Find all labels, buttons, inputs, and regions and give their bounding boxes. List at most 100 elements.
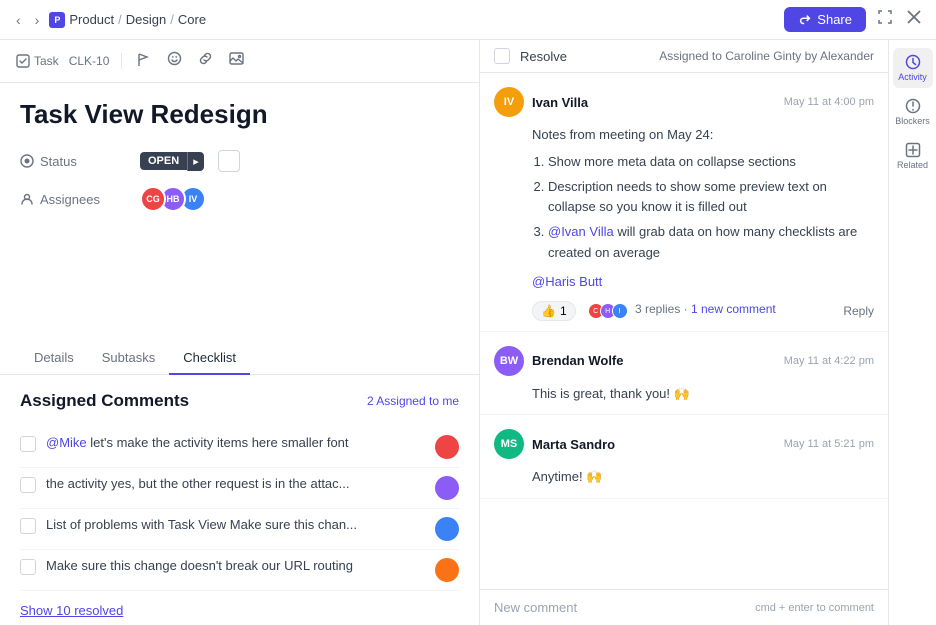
comments-area: Resolve Assigned to Caroline Ginty by Al… (480, 40, 888, 625)
checklist-item: @Mike let's make the activity items here… (20, 427, 459, 468)
share-icon (798, 13, 812, 27)
emoji-icon (167, 51, 182, 66)
status-arrow-btn[interactable]: ▸ (187, 152, 204, 171)
breadcrumb-core[interactable]: Core (178, 12, 206, 27)
breadcrumb: P Product / Design / Core (49, 12, 206, 28)
assignee-avatar-1: CG (140, 186, 166, 212)
top-bar-right: Share (784, 6, 924, 33)
forward-button[interactable]: › (31, 10, 44, 30)
comment-intro: Notes from meeting on May 24: (532, 125, 874, 146)
replies-link[interactable]: C H I 3 replies · 1 new comment (588, 302, 776, 319)
breadcrumb-design[interactable]: Design (126, 12, 166, 27)
comment-list-item-2: Description needs to show some preview t… (548, 177, 874, 219)
comment-block-3: MS Marta Sandro May 11 at 5:21 pm Anytim… (480, 415, 888, 499)
comment-header-3: MS Marta Sandro May 11 at 5:21 pm (494, 429, 874, 459)
task-type-indicator: Task (16, 54, 59, 68)
link-button[interactable] (195, 48, 216, 74)
expand-icon (877, 9, 893, 25)
assignees-value: CG HB IV (140, 186, 459, 212)
blockers-label: Blockers (895, 116, 930, 126)
comment-time-ivan: May 11 at 4:00 pm (784, 96, 874, 108)
tab-subtasks[interactable]: Subtasks (88, 342, 169, 375)
status-badge[interactable]: OPEN ▸ (140, 152, 204, 171)
back-button[interactable]: ‹ (12, 10, 25, 30)
comment-header-1: IV Ivan Villa May 11 at 4:00 pm (494, 87, 874, 117)
checklist-item-avatar-4 (435, 558, 459, 582)
checklist-item-avatar-2 (435, 476, 459, 500)
right-content: Resolve Assigned to Caroline Ginty by Al… (480, 40, 936, 625)
comment-avatar-marta: MS (494, 429, 524, 459)
status-label: Status (20, 154, 140, 169)
close-button[interactable] (904, 7, 924, 32)
checklist-area: Assigned Comments 2 Assigned to me @Mike… (0, 375, 479, 625)
comment-time-brendan: May 11 at 4:22 pm (784, 355, 874, 367)
comment-list-item-3: @Ivan Villa will grab data on how many c… (548, 222, 874, 264)
assigned-to-me-link[interactable]: 2 Assigned to me (367, 394, 459, 408)
comment-author-brendan: Brendan Wolfe (532, 353, 776, 368)
reply-button[interactable]: Reply (843, 304, 874, 318)
assignee-icon (20, 192, 34, 206)
resolve-label: Resolve (520, 49, 649, 64)
sidebar-related-button[interactable]: Related (893, 136, 933, 176)
checklist-checkbox-4[interactable] (20, 559, 36, 575)
checklist-item-text-1: @Mike let's make the activity items here… (46, 435, 425, 450)
image-button[interactable] (226, 48, 247, 74)
reaction-button[interactable]: 👍 1 (532, 301, 576, 321)
show-resolved-button[interactable]: Show 10 resolved (20, 603, 123, 618)
flag-icon (137, 53, 151, 67)
product-icon: P (49, 12, 65, 28)
top-bar-left: ‹ › P Product / Design / Core (12, 10, 206, 30)
checklist-section-title: Assigned Comments (20, 391, 189, 411)
comment-header-2: BW Brendan Wolfe May 11 at 4:22 pm (494, 346, 874, 376)
sidebar-blockers-button[interactable]: Blockers (893, 92, 933, 132)
activity-icon (905, 54, 921, 70)
tab-details[interactable]: Details (20, 342, 88, 375)
reaction-emoji: 👍 (541, 304, 556, 318)
checklist-checkbox-1[interactable] (20, 436, 36, 452)
resolve-bar: Resolve Assigned to Caroline Ginty by Al… (480, 40, 888, 73)
resolve-checkbox[interactable] (494, 48, 510, 64)
sidebar-activity-button[interactable]: Activity (893, 48, 933, 88)
checklist-item-text-4: Make sure this change doesn't break our … (46, 558, 425, 573)
breadcrumb-product[interactable]: Product (69, 12, 114, 27)
comment-time-marta: May 11 at 5:21 pm (784, 438, 874, 450)
link-icon (198, 51, 213, 66)
activity-label: Activity (898, 72, 927, 82)
comment-shortcut-hint: cmd + enter to comment (755, 602, 874, 614)
checklist-item-text-2: the activity yes, but the other request … (46, 476, 425, 491)
top-bar: ‹ › P Product / Design / Core Share (0, 0, 936, 40)
close-icon (907, 10, 921, 24)
comments-list: IV Ivan Villa May 11 at 4:00 pm Notes fr… (480, 73, 888, 589)
flag-button[interactable] (134, 50, 154, 73)
emoji-button[interactable] (164, 48, 185, 74)
image-icon (229, 51, 244, 66)
status-value: OPEN ▸ (140, 150, 459, 172)
tabs: Details Subtasks Checklist (0, 342, 479, 375)
comment-input[interactable] (494, 600, 755, 615)
task-title: Task View Redesign (20, 99, 459, 130)
share-button[interactable]: Share (784, 7, 866, 32)
task-toolbar: Task CLK-10 (0, 40, 479, 83)
comment-input-area: cmd + enter to comment (480, 589, 888, 625)
checklist-item-text-3: List of problems with Task View Make sur… (46, 517, 425, 532)
checklist-checkbox-2[interactable] (20, 477, 36, 493)
task-id: CLK-10 (69, 54, 110, 68)
left-panel: Task CLK-10 Task View Redesign (0, 40, 480, 625)
checklist-checkbox-3[interactable] (20, 518, 36, 534)
status-open-label: OPEN (140, 152, 187, 170)
comment-body-marta: Anytime! 🙌 (494, 467, 874, 488)
main-content: Task CLK-10 Task View Redesign (0, 40, 936, 625)
comment-avatar-ivan: IV (494, 87, 524, 117)
expand-button[interactable] (874, 6, 896, 33)
new-comment-badge: 1 new comment (691, 302, 776, 316)
activity-sidebar: Activity Blockers Related (888, 40, 936, 625)
toolbar-divider (121, 53, 122, 69)
comment-body-brendan: This is great, thank you! 🙌 (494, 384, 874, 405)
resolve-assigned-text: Assigned to Caroline Ginty by Alexander (659, 49, 874, 63)
status-icon (20, 154, 34, 168)
tab-checklist[interactable]: Checklist (169, 342, 250, 375)
comment-mention-haris: @Haris Butt (532, 272, 874, 293)
status-row: Status OPEN ▸ (20, 150, 459, 172)
status-check-btn[interactable] (218, 150, 240, 172)
checklist-item: Make sure this change doesn't break our … (20, 550, 459, 591)
